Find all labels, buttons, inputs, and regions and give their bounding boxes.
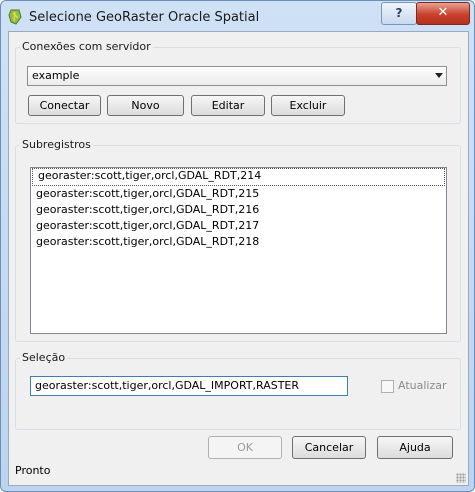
list-item[interactable]: georaster:scott,tiger,orcl,GDAL_RDT,218 <box>31 234 446 250</box>
new-button[interactable]: Novo <box>107 95 184 116</box>
dialog-body: Conexões com servidor example Conectar N… <box>8 31 469 486</box>
resize-grip-icon[interactable] <box>456 473 466 483</box>
subdatasets-group: Subregistros georaster:scott,tiger,orcl,… <box>15 138 461 342</box>
refresh-checkbox-label: Atualizar <box>398 379 447 392</box>
close-button[interactable]: ✕ <box>416 2 470 25</box>
chevron-down-icon[interactable] <box>435 73 443 78</box>
list-item[interactable]: georaster:scott,tiger,orcl,GDAL_RDT,217 <box>31 218 446 234</box>
subdatasets-group-title: Subregistros <box>20 138 93 151</box>
title-bar[interactable]: Selecione GeoRaster Oracle Spatial ? ✕ <box>1 1 474 33</box>
connect-button[interactable]: Conectar <box>28 95 101 116</box>
subdatasets-list[interactable]: georaster:scott,tiger,orcl,GDAL_RDT,214 … <box>30 167 447 334</box>
selection-input[interactable]: georaster:scott,tiger,orcl,GDAL_IMPORT,R… <box>30 376 348 396</box>
connections-group-title: Conexões com servidor <box>20 40 153 53</box>
window-title: Selecione GeoRaster Oracle Spatial <box>29 10 260 25</box>
connection-select-value: example <box>32 69 80 82</box>
status-text: Pronto <box>15 464 51 477</box>
help-button[interactable]: Ajuda <box>377 436 453 459</box>
ok-button[interactable]: OK <box>208 436 282 459</box>
qgis-logo-icon <box>8 9 22 25</box>
dialog-window: Selecione GeoRaster Oracle Spatial ? ✕ C… <box>0 0 475 492</box>
list-item[interactable]: georaster:scott,tiger,orcl,GDAL_RDT,214 <box>32 168 445 186</box>
delete-button[interactable]: Excluir <box>271 95 345 116</box>
refresh-checkbox[interactable] <box>381 380 394 393</box>
list-item[interactable]: georaster:scott,tiger,orcl,GDAL_RDT,215 <box>31 186 446 202</box>
connections-group: Conexões com servidor example Conectar N… <box>15 40 461 124</box>
cancel-button[interactable]: Cancelar <box>292 436 366 459</box>
selection-group-title: Seleção <box>20 351 68 364</box>
list-item[interactable]: georaster:scott,tiger,orcl,GDAL_RDT,216 <box>31 202 446 218</box>
connection-select[interactable]: example <box>27 66 447 86</box>
edit-button[interactable]: Editar <box>191 95 265 116</box>
help-title-button[interactable]: ? <box>381 2 417 25</box>
selection-group: Seleção georaster:scott,tiger,orcl,GDAL_… <box>15 351 461 430</box>
